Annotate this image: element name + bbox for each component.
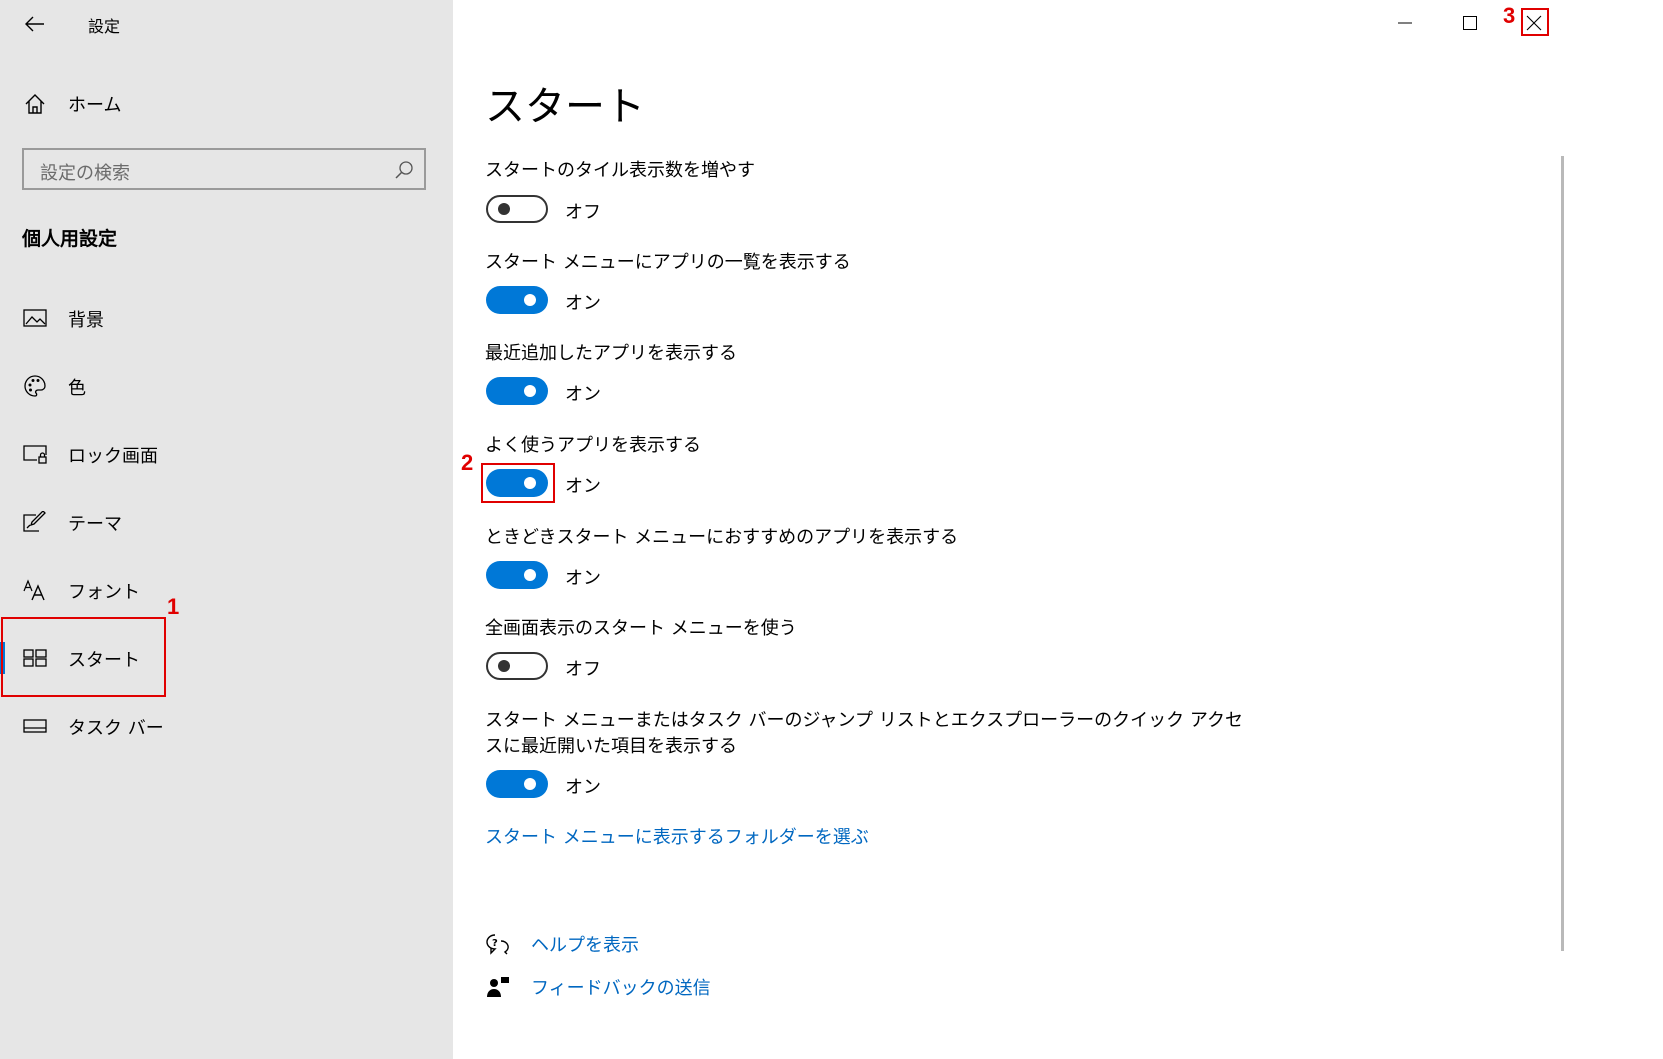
feedback-link[interactable]: フィードバックの送信: [485, 972, 711, 1002]
sidebar-item-label: フォント: [68, 582, 140, 603]
toggle-state-text: オフ: [565, 202, 601, 223]
setting-label-recent-items-line2: スに最近開いた項目を表示する: [485, 736, 737, 757]
palette-icon: [22, 373, 48, 399]
toggle-recently-added[interactable]: [486, 377, 548, 405]
toggle-state-text: オン: [565, 293, 601, 314]
feedback-link-text[interactable]: フィードバックの送信: [531, 974, 711, 1000]
search-input[interactable]: 設定の検索: [22, 148, 426, 190]
toggle-knob: [524, 385, 536, 397]
lock-screen-icon: [22, 441, 48, 467]
back-arrow-icon: [25, 16, 44, 32]
toggle-suggestions[interactable]: [486, 561, 548, 589]
sidebar-item-label: スタート: [68, 650, 140, 671]
toggle-state-text: オン: [565, 384, 601, 405]
toggle-state-text: オン: [565, 777, 601, 798]
help-link[interactable]: ? ヘルプを表示: [485, 929, 639, 959]
toggle-knob: [498, 660, 510, 672]
sidebar-item-taskbar[interactable]: タスク バー: [0, 696, 453, 756]
sidebar-item-background[interactable]: 背景: [0, 288, 453, 348]
toggle-state-text: オン: [565, 568, 601, 589]
sidebar-item-start[interactable]: スタート: [0, 628, 453, 688]
section-title: 個人用設定: [22, 228, 118, 250]
help-link-text[interactable]: ヘルプを表示: [531, 931, 639, 957]
toggle-state-text: オン: [565, 476, 601, 497]
toggle-knob: [524, 778, 536, 790]
toggle-knob: [524, 569, 536, 581]
sidebar-item-label: タスク バー: [68, 718, 164, 739]
sidebar-item-theme[interactable]: テーマ: [0, 492, 453, 552]
toggle-full-screen[interactable]: [486, 652, 548, 680]
font-icon: [22, 577, 48, 603]
toggle-most-used[interactable]: [486, 469, 548, 497]
setting-label-suggestions: ときどきスタート メニューにおすすめのアプリを表示する: [485, 527, 959, 548]
search-placeholder: 設定の検索: [40, 163, 130, 184]
annotation-number-3: 3: [1503, 3, 1516, 28]
close-button[interactable]: [1514, 6, 1554, 40]
toggle-knob: [524, 477, 536, 489]
toggle-app-list[interactable]: [486, 286, 548, 314]
setting-label-recently-added: 最近追加したアプリを表示する: [485, 343, 737, 364]
sidebar-item-color[interactable]: 色: [0, 356, 453, 416]
toggle-knob: [524, 294, 536, 306]
toggle-recent-items[interactable]: [486, 770, 548, 798]
sidebar-item-label: ホーム: [68, 95, 122, 116]
minimize-button[interactable]: [1385, 6, 1425, 40]
toggle-knob: [498, 203, 510, 215]
page-title: スタート: [485, 84, 645, 130]
search-icon[interactable]: [394, 160, 414, 180]
active-indicator: [0, 642, 5, 674]
setting-label-recent-items-line1: スタート メニューまたはタスク バーのジャンプ リストとエクスプローラーのクイッ…: [485, 710, 1244, 731]
start-tiles-icon: [22, 645, 48, 671]
sidebar-item-label: テーマ: [68, 514, 122, 535]
setting-label-full-screen: 全画面表示のスタート メニューを使う: [485, 618, 797, 639]
maximize-button[interactable]: [1450, 6, 1490, 40]
sidebar: 設定 ホーム 設定の検索 個人用設定 背景 色 ロック画面 テーマ フォント ス…: [0, 0, 453, 1059]
theme-brush-icon: [22, 509, 48, 535]
sidebar-item-label: ロック画面: [68, 446, 158, 467]
back-button[interactable]: [18, 10, 52, 38]
home-icon: [22, 91, 48, 117]
sidebar-item-label: 色: [68, 378, 86, 399]
annotation-number-2: 2: [461, 450, 474, 475]
setting-label-most-used: よく使うアプリを表示する: [485, 435, 701, 456]
sidebar-item-lock-screen[interactable]: ロック画面: [0, 424, 453, 484]
app-title: 設定: [88, 17, 121, 36]
taskbar-icon: [22, 713, 48, 739]
sidebar-item-label: 背景: [68, 310, 104, 331]
picture-icon: [22, 305, 48, 331]
scrollbar[interactable]: [1561, 156, 1564, 951]
feedback-person-icon: [485, 974, 511, 1000]
sidebar-item-font[interactable]: フォント: [0, 560, 453, 620]
setting-label-app-list: スタート メニューにアプリの一覧を表示する: [485, 252, 851, 273]
help-chat-icon: ?: [485, 931, 511, 957]
toggle-state-text: オフ: [565, 659, 601, 680]
maximize-icon: [1463, 16, 1477, 30]
setting-label-more-tiles: スタートのタイル表示数を増やす: [485, 160, 755, 181]
minimize-icon: [1398, 22, 1412, 24]
close-icon: [1526, 15, 1542, 31]
choose-folders-link[interactable]: スタート メニューに表示するフォルダーを選ぶ: [485, 823, 869, 849]
toggle-more-tiles[interactable]: [486, 195, 548, 223]
annotation-number-1: 1: [167, 594, 180, 619]
svg-text:?: ?: [492, 938, 498, 949]
sidebar-item-home[interactable]: ホーム: [0, 78, 453, 130]
